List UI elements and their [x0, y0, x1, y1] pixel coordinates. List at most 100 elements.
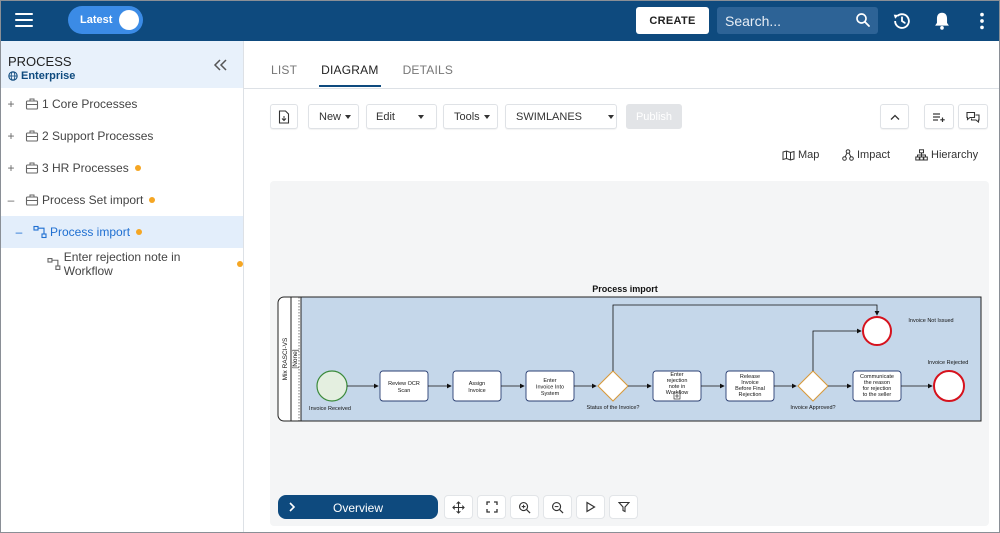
- search-icon[interactable]: [854, 11, 872, 29]
- tree-item-label: 2 Support Processes: [42, 129, 154, 143]
- publish-button[interactable]: Publish: [626, 104, 682, 129]
- caret-down-icon: [608, 114, 615, 119]
- hierarchy-link[interactable]: Hierarchy: [915, 149, 978, 161]
- process-set-icon: [25, 130, 39, 142]
- gateway-label: Invoice Approved?: [790, 405, 835, 411]
- tree-item-enter-rejection-note[interactable]: Enter rejection note in Workflow: [1, 248, 243, 280]
- new-menu-button[interactable]: New: [308, 104, 359, 129]
- swimlanes-label: SWIMLANES: [516, 110, 583, 123]
- tab-divider: [244, 88, 999, 89]
- collapse-toolbar-button[interactable]: [880, 104, 909, 129]
- fit-to-screen-button[interactable]: [477, 495, 506, 519]
- chevron-up-icon: [890, 114, 899, 120]
- move-icon: [452, 500, 465, 514]
- edit-menu-button[interactable]: Edit: [366, 104, 437, 129]
- caret-down-icon: [483, 114, 490, 119]
- comments-icon: [966, 111, 980, 123]
- task-label: Communicate the reason for rejection to the…: [860, 374, 894, 398]
- expand-icon[interactable]: +: [5, 161, 17, 175]
- collapse-panel-icon[interactable]: [212, 58, 228, 72]
- version-toggle-label: Latest: [80, 14, 113, 26]
- tree-item-support-processes[interactable]: + 2 Support Processes: [1, 120, 243, 152]
- status-dot: [134, 165, 141, 171]
- filter-button[interactable]: [609, 495, 638, 519]
- status-dot: [149, 197, 156, 203]
- process-flow-icon: [33, 225, 47, 239]
- comments-button[interactable]: [958, 104, 988, 129]
- hierarchy-link-label: Hierarchy: [931, 149, 979, 161]
- tab-list[interactable]: LIST: [269, 63, 299, 87]
- new-label: New: [319, 110, 342, 123]
- version-toggle[interactable]: Latest: [68, 6, 143, 34]
- collapse-icon[interactable]: –: [5, 193, 17, 207]
- map-icon: [782, 149, 795, 161]
- playlist-add-icon: [933, 112, 945, 122]
- status-dot: [237, 261, 243, 267]
- tab-diagram[interactable]: DIAGRAM: [319, 63, 381, 87]
- end-event-label: Invoice Not Issued: [908, 318, 953, 324]
- app-window: Latest CREATE PROCESS Enterprise + 1 Cor…: [0, 0, 1000, 533]
- tree-item-process-set-import[interactable]: – Process Set import: [1, 184, 243, 216]
- process-flow-icon: [47, 258, 61, 270]
- history-icon[interactable]: [891, 10, 913, 32]
- zoom-in-icon: [519, 501, 531, 513]
- export-file-button[interactable]: [270, 104, 298, 129]
- search-box: [717, 7, 878, 34]
- tools-menu-button[interactable]: Tools: [443, 104, 498, 129]
- tree-item-label: Enter rejection note in Workflow: [63, 250, 181, 278]
- add-to-list-button[interactable]: [924, 104, 954, 129]
- file-icon: [278, 109, 290, 124]
- start-event-label: Invoice Received: [309, 406, 351, 412]
- lane[interactable]: [300, 296, 982, 422]
- process-tree-panel: PROCESS Enterprise + 1 Core Processes + …: [1, 41, 244, 532]
- panel-title: PROCESS: [8, 54, 72, 69]
- panel-subtitle-text: Enterprise: [21, 70, 76, 82]
- more-vertical-icon[interactable]: [971, 10, 993, 32]
- overview-toggle[interactable]: Overview: [278, 495, 438, 519]
- tree-item-label: Process Set import: [42, 193, 144, 207]
- task-label: Assign Invoice: [468, 381, 485, 394]
- process-set-icon: [25, 98, 39, 110]
- tree-item-hr-processes[interactable]: + 3 HR Processes: [1, 152, 243, 184]
- panel-subtitle: Enterprise: [8, 70, 75, 82]
- search-input[interactable]: [717, 7, 852, 34]
- tree-item-process-import[interactable]: – Process import: [1, 216, 243, 248]
- view-tabs: LIST DIAGRAM DETAILS: [269, 63, 475, 87]
- filter-icon: [617, 501, 630, 513]
- process-set-icon: [25, 162, 39, 174]
- tab-details[interactable]: DETAILS: [401, 63, 456, 87]
- zoom-out-icon: [552, 501, 564, 513]
- tree-item-core-processes[interactable]: + 1 Core Processes: [1, 88, 243, 120]
- end-event-invoice-rejected[interactable]: [933, 370, 965, 402]
- tree-item-label: Process import: [50, 225, 131, 239]
- status-dot: [136, 229, 143, 235]
- panel-header: PROCESS Enterprise: [1, 41, 243, 88]
- zoom-out-button[interactable]: [543, 495, 572, 519]
- map-link-label: Map: [798, 149, 820, 161]
- menu-icon[interactable]: [15, 13, 33, 27]
- lane-label: [None]: [292, 349, 299, 368]
- swimlanes-select[interactable]: SWIMLANES: [505, 104, 617, 129]
- end-event-invoice-not-issued[interactable]: [862, 316, 892, 346]
- zoom-in-button[interactable]: [510, 495, 539, 519]
- play-simulation-button[interactable]: [576, 495, 605, 519]
- bell-icon[interactable]: [931, 10, 953, 32]
- expand-icon[interactable]: +: [5, 97, 17, 111]
- tree-item-label: 3 HR Processes: [42, 161, 129, 175]
- diagram-canvas[interactable]: Process import Mix RASCI-VS [None] Invoi…: [270, 181, 989, 526]
- create-button[interactable]: CREATE: [636, 7, 709, 34]
- impact-link-label: Impact: [857, 149, 891, 161]
- collapse-icon[interactable]: –: [13, 225, 25, 239]
- expand-icon[interactable]: +: [5, 129, 17, 143]
- impact-link[interactable]: Impact: [842, 149, 890, 161]
- bpmn-diagram: Process import Mix RASCI-VS [None] Invoi…: [277, 284, 982, 422]
- hierarchy-icon: [915, 149, 928, 161]
- gateway-label: Status of the Invoice?: [587, 405, 640, 411]
- end-event-label: Invoice Rejected: [928, 360, 969, 366]
- edit-label: Edit: [376, 110, 395, 123]
- impact-icon: [842, 149, 854, 161]
- start-event[interactable]: [316, 370, 348, 402]
- map-link[interactable]: Map: [782, 149, 819, 161]
- pan-button[interactable]: [444, 495, 473, 519]
- pool-label: Mix RASCI-VS: [282, 337, 289, 380]
